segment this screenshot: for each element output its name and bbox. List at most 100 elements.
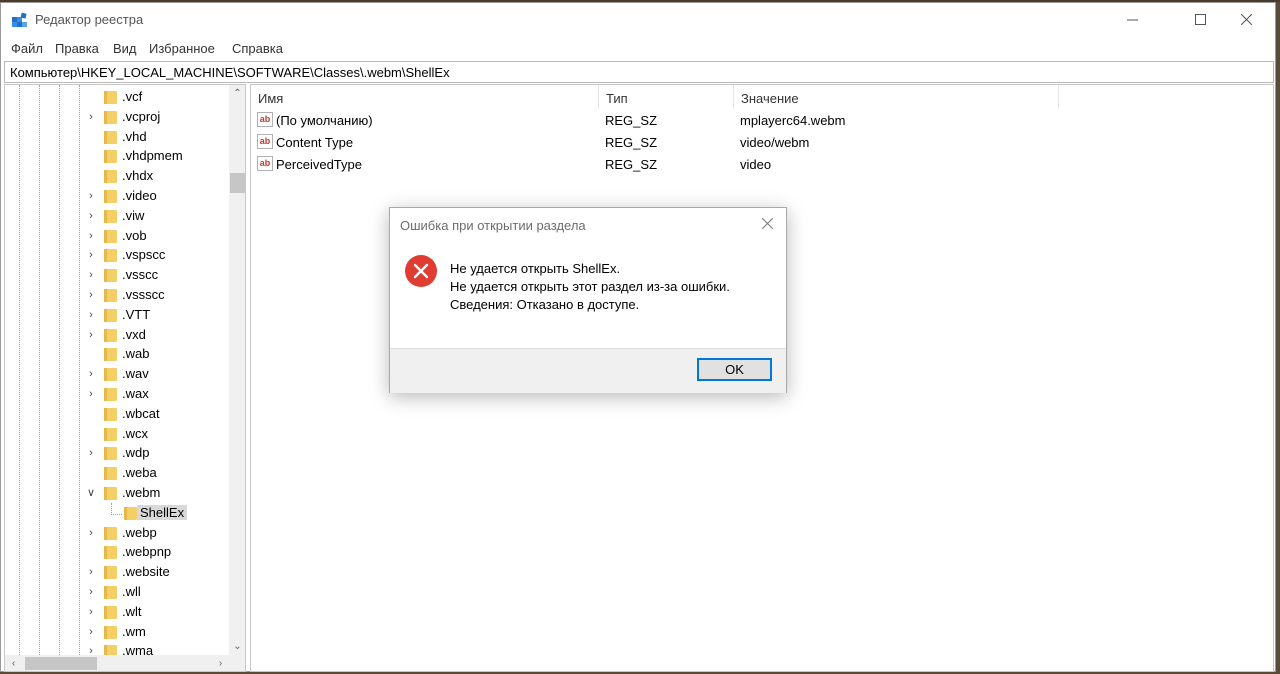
chevron-right-icon[interactable]: › xyxy=(85,446,97,460)
tree-item[interactable]: › .vspscc xyxy=(5,245,229,265)
chevron-right-icon[interactable]: › xyxy=(85,644,97,655)
tree-item[interactable]: .wcx xyxy=(5,424,229,444)
chevron-right-icon[interactable]: › xyxy=(85,110,97,124)
chevron-right-icon[interactable]: › xyxy=(85,189,97,203)
tree-item[interactable]: › .wdp xyxy=(5,443,229,463)
ok-button[interactable]: OK xyxy=(697,358,772,381)
tree-item[interactable]: › .vxd xyxy=(5,325,229,345)
menu-view[interactable]: Вид xyxy=(113,41,137,56)
column-header-type[interactable]: Тип xyxy=(599,85,734,109)
chevron-right-icon[interactable]: › xyxy=(85,387,97,401)
dialog-footer: OK xyxy=(390,348,786,393)
tree-item[interactable]: .vcf xyxy=(5,87,229,107)
close-button[interactable] xyxy=(1223,3,1269,35)
address-bar[interactable]: Компьютер\HKEY_LOCAL_MACHINE\SOFTWARE\Cl… xyxy=(4,61,1274,83)
tree-item[interactable]: ShellEx xyxy=(5,502,229,523)
tree-item[interactable]: .wbcat xyxy=(5,404,229,424)
value-row[interactable]: ab PerceivedType REG_SZ video xyxy=(251,154,1051,176)
tree-item[interactable]: › .wax xyxy=(5,384,229,404)
column-header-name[interactable]: Имя xyxy=(251,85,599,109)
tree-item[interactable]: .vhd xyxy=(5,127,229,147)
minimize-button[interactable] xyxy=(1109,3,1155,35)
tree-item[interactable]: › .website xyxy=(5,562,229,582)
tree-item[interactable]: › .vssscc xyxy=(5,285,229,305)
chevron-right-icon[interactable]: › xyxy=(85,308,97,322)
tree-item-label: .vhdx xyxy=(122,168,154,184)
scroll-up-arrow-icon[interactable]: ⌃ xyxy=(229,85,245,102)
column-header-value[interactable]: Значение xyxy=(734,85,1059,109)
tree-item[interactable]: .webpnp xyxy=(5,542,229,562)
menu-file[interactable]: Файл xyxy=(11,41,43,56)
folder-icon xyxy=(124,506,137,520)
chevron-right-icon[interactable]: › xyxy=(85,268,97,282)
chevron-right-icon[interactable]: › xyxy=(85,209,97,223)
tree-item[interactable]: › .wma xyxy=(5,641,229,655)
tree-item[interactable]: › .vcproj xyxy=(5,107,229,127)
tree-item[interactable]: .vhdx xyxy=(5,166,229,186)
tree-item[interactable]: › .webp xyxy=(5,523,229,543)
folder-icon xyxy=(104,487,117,500)
tree-item-label: .weba xyxy=(122,465,157,481)
value-row[interactable]: ab (По умолчанию) REG_SZ mplayerc64.webm xyxy=(251,110,1051,132)
chevron-right-icon[interactable]: › xyxy=(85,248,97,262)
chevron-right-icon[interactable]: › xyxy=(85,229,97,243)
tree-item-label: .vcf xyxy=(122,89,143,104)
tree-item[interactable]: › .video xyxy=(5,186,229,206)
key-tree-pane[interactable]: .vcf › .vcproj .vhd .vhdpmem .vhdx › .video › .vi… xyxy=(4,84,246,672)
tree-item[interactable]: .wab xyxy=(5,344,229,364)
folder-icon xyxy=(104,447,117,461)
menu-help[interactable]: Справка xyxy=(232,41,283,56)
chevron-right-icon[interactable]: › xyxy=(85,585,97,599)
tree-item-label: .VTT xyxy=(122,306,151,322)
chevron-right-icon[interactable]: › xyxy=(85,328,97,342)
title-bar[interactable]: Редактор реестра xyxy=(1,3,1275,37)
tree-item[interactable]: › .viw xyxy=(5,206,229,226)
folder-icon xyxy=(104,368,117,382)
chevron-right-icon[interactable]: › xyxy=(85,288,97,302)
tree-item-label: .vspscc xyxy=(122,247,166,263)
tree-item[interactable]: › .VTT xyxy=(5,305,229,325)
maximize-icon xyxy=(1194,13,1206,25)
tree-item-label: .vob xyxy=(122,227,147,243)
tree-item-label: .wma xyxy=(122,643,154,655)
menu-favorites[interactable]: Избранное xyxy=(149,41,215,56)
tree-item[interactable]: › .wll xyxy=(5,582,229,602)
registry-app-icon xyxy=(12,12,27,27)
value-type: REG_SZ xyxy=(605,157,658,172)
tree-item[interactable]: › .vsscc xyxy=(5,265,229,285)
scroll-right-arrow-icon[interactable]: › xyxy=(212,655,229,671)
value-row[interactable]: ab Content Type REG_SZ video/webm xyxy=(251,132,1051,154)
menu-edit[interactable]: Правка xyxy=(55,41,99,56)
tree-item[interactable]: › .wm xyxy=(5,622,229,642)
chevron-right-icon[interactable]: › xyxy=(85,565,97,579)
scroll-left-arrow-icon[interactable]: ‹ xyxy=(5,655,22,671)
chevron-right-icon[interactable]: › xyxy=(85,526,97,540)
dialog-close-button[interactable] xyxy=(754,214,780,236)
folder-icon xyxy=(104,249,117,263)
tree-item-label: .vssscc xyxy=(122,287,165,302)
folder-icon xyxy=(104,546,117,560)
scroll-down-arrow-icon[interactable]: ⌄ xyxy=(229,638,245,655)
chevron-right-icon[interactable]: › xyxy=(85,605,97,619)
tree-item-label: .video xyxy=(122,188,157,203)
tree-item[interactable]: › .wlt xyxy=(5,602,229,622)
chevron-right-icon[interactable]: › xyxy=(85,625,97,639)
value-data: mplayerc64.webm xyxy=(740,113,846,128)
string-value-icon: ab xyxy=(257,112,273,127)
tree-item[interactable]: › .vob xyxy=(5,226,229,246)
tree-horizontal-scrollbar[interactable]: ‹ › xyxy=(5,655,229,671)
tree-item[interactable]: › .wav xyxy=(5,364,229,384)
maximize-button[interactable] xyxy=(1177,3,1223,35)
tree-item-label: .vhd xyxy=(122,128,147,144)
tree-item[interactable]: ∨ .webm xyxy=(5,483,229,503)
folder-icon xyxy=(104,91,117,104)
tree-viewport: .vcf › .vcproj .vhd .vhdpmem .vhdx › .video › .vi… xyxy=(5,85,229,655)
tree-item[interactable]: .weba xyxy=(5,463,229,483)
tree-vertical-thumb[interactable] xyxy=(230,173,245,193)
folder-icon xyxy=(104,427,117,441)
tree-horizontal-thumb[interactable] xyxy=(25,657,97,670)
tree-item[interactable]: .vhdpmem xyxy=(5,146,229,166)
tree-vertical-scrollbar[interactable]: ⌃ ⌄ xyxy=(229,85,245,655)
chevron-down-icon[interactable]: ∨ xyxy=(85,486,97,500)
chevron-right-icon[interactable]: › xyxy=(85,367,97,381)
